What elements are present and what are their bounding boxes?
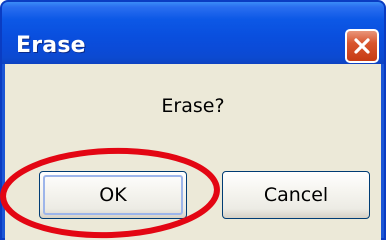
title-bar[interactable]: Erase — [2, 2, 384, 64]
ok-button-label: OK — [99, 184, 127, 206]
cancel-button-label: Cancel — [263, 184, 329, 206]
dialog-window: Erase Erase? OK Cancel — [0, 0, 386, 240]
close-icon — [354, 38, 370, 54]
ok-button[interactable]: OK — [39, 171, 187, 219]
cancel-button[interactable]: Cancel — [222, 171, 370, 219]
dialog-title: Erase — [16, 33, 86, 58]
dialog-body: Erase? OK Cancel — [5, 64, 381, 240]
dialog-message: Erase? — [161, 95, 225, 117]
close-button[interactable] — [345, 29, 379, 63]
screenshot: Erase Erase? OK Cancel — [0, 0, 390, 240]
